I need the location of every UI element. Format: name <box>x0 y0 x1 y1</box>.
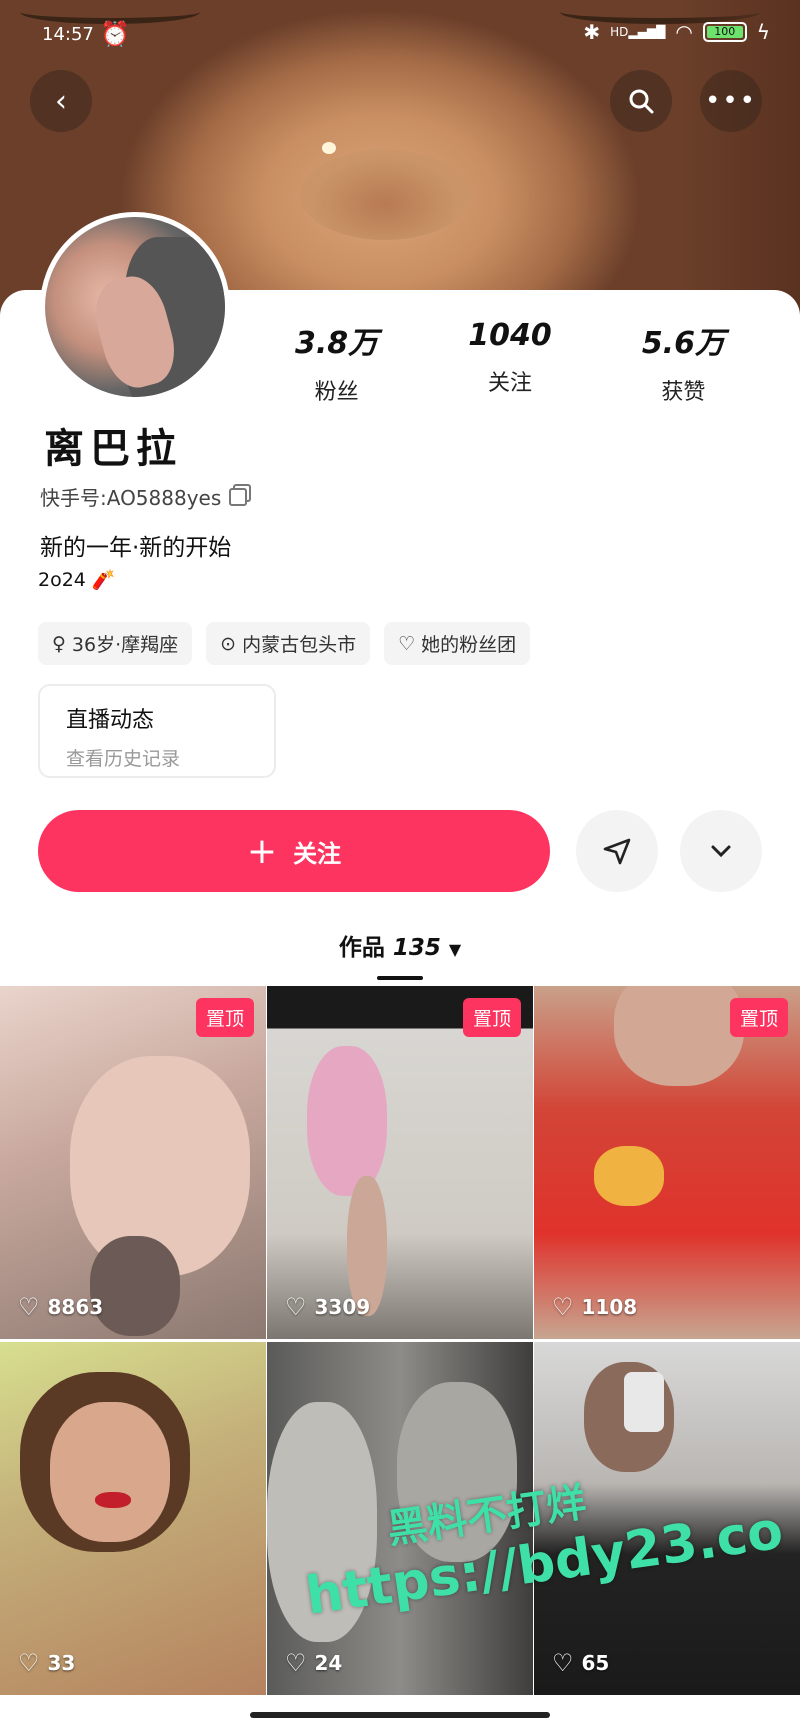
video-thumbnail[interactable]: 置顶 ♡ 8863 <box>0 986 266 1339</box>
charging-icon: ϟ <box>756 20 770 44</box>
stat-label: 关注 <box>487 371 532 396</box>
stats-row: 3.8万 粉丝 1040 关注 5.6万 获赞 <box>250 318 770 406</box>
status-bar: 14:57 ⏰ ✱ HD▂▄▆█ ◠ 100 ϟ <box>0 0 800 70</box>
profile-tags: ♀ 36岁·摩羯座 ⊙ 内蒙古包头市 ♡ 她的粉丝团 <box>38 622 531 665</box>
search-icon <box>629 89 654 114</box>
stat-label: 粉丝 <box>314 380 359 405</box>
stat-value: 3.8万 <box>295 326 379 361</box>
works-count: 135 <box>392 935 441 961</box>
likes-count: ♡ 33 <box>18 1649 75 1677</box>
follow-button[interactable]: + 关注 <box>38 810 550 892</box>
pinned-badge: 置顶 <box>462 998 521 1037</box>
wifi-icon: ◠ <box>675 20 693 44</box>
network-label: HD <box>610 25 629 39</box>
message-button[interactable] <box>576 810 658 892</box>
tab-indicator <box>377 976 423 980</box>
follow-label: 关注 <box>293 839 342 868</box>
stat-value: 5.6万 <box>641 326 725 361</box>
profile-name: 离巴拉 <box>44 426 182 472</box>
pinned-badge: 置顶 <box>195 998 254 1037</box>
home-indicator[interactable] <box>250 1712 550 1718</box>
likes-value: 65 <box>581 1651 610 1675</box>
bio-line2-text: 2o24 <box>38 568 86 591</box>
thumbnail-detail <box>624 1372 664 1432</box>
thumbnail-detail <box>307 1046 387 1196</box>
live-history-card[interactable]: 直播动态 查看历史记录 <box>38 684 276 778</box>
thumbnail-detail <box>90 1236 180 1336</box>
likes-count: ♡ 65 <box>552 1649 609 1677</box>
search-button[interactable] <box>610 70 672 132</box>
bluetooth-icon: ✱ <box>583 20 601 44</box>
thumbnail-detail <box>50 1402 170 1542</box>
kuaishou-id-text: 快手号:AO5888yes <box>40 486 222 510</box>
kuaishou-id: 快手号:AO5888yes <box>40 482 248 511</box>
stat-fans[interactable]: 3.8万 粉丝 <box>295 318 378 406</box>
heart-icon: ♡ <box>552 1649 574 1677</box>
stat-likes[interactable]: 5.6万 获赞 <box>642 318 725 406</box>
plus-icon: + <box>246 830 278 872</box>
more-button[interactable]: ••• <box>700 70 762 132</box>
cover-detail <box>322 142 336 154</box>
more-actions-button[interactable] <box>680 810 762 892</box>
gender-icon: ♀ <box>52 632 66 655</box>
stat-label: 获赞 <box>661 380 706 405</box>
live-card-subtitle: 查看历史记录 <box>66 748 181 770</box>
heart-icon: ♡ <box>285 1649 307 1677</box>
works-label: 作品 <box>338 935 385 961</box>
video-thumbnail[interactable]: 置顶 ♡ 3309 <box>267 986 533 1339</box>
copy-icon[interactable] <box>229 487 248 506</box>
location-icon: ⊙ <box>220 632 237 655</box>
bio: 新的一年·新的开始 <box>40 535 232 561</box>
alarm-icon: ⏰ <box>100 20 130 48</box>
tag-age: ♀ 36岁·摩羯座 <box>38 622 193 665</box>
avatar[interactable] <box>40 212 230 402</box>
tag-fan-club[interactable]: ♡ 她的粉丝团 <box>384 622 531 665</box>
battery-level: 100 <box>706 26 743 38</box>
tag-label: 36岁·摩羯座 <box>71 634 179 656</box>
likes-value: 33 <box>47 1651 76 1675</box>
likes-value: 24 <box>314 1651 343 1675</box>
heart-icon: ♡ <box>18 1649 40 1677</box>
tag-label: 她的粉丝团 <box>421 634 517 656</box>
tab-works[interactable]: 作品 135 ▼ <box>0 928 800 962</box>
thumbnail-detail <box>614 986 744 1086</box>
more-icon: ••• <box>704 86 757 116</box>
pinned-badge: 置顶 <box>729 998 788 1037</box>
heart-icon: ♡ <box>285 1293 307 1321</box>
caret-down-icon: ▼ <box>448 940 462 959</box>
bio-line2: 2o24 🧨 <box>38 568 116 592</box>
heart-icon: ♡ <box>18 1293 40 1321</box>
thumbnail-detail <box>95 1492 131 1508</box>
video-thumbnail[interactable]: ♡ 33 <box>0 1342 266 1695</box>
firecracker-icon: 🧨 <box>91 569 116 591</box>
battery-icon: 100 <box>702 22 747 42</box>
heart-icon: ♡ <box>398 632 416 655</box>
send-icon <box>603 838 631 865</box>
likes-value: 1108 <box>581 1295 638 1319</box>
likes-value: 8863 <box>47 1295 104 1319</box>
stat-following[interactable]: 1040 关注 <box>468 318 552 406</box>
likes-count: ♡ 24 <box>285 1649 342 1677</box>
likes-count: ♡ 8863 <box>18 1293 103 1321</box>
back-button[interactable]: ‹ <box>30 70 92 132</box>
video-thumbnail[interactable]: 置顶 ♡ 1108 <box>534 986 800 1339</box>
heart-icon: ♡ <box>552 1293 574 1321</box>
back-icon: ‹ <box>55 83 67 119</box>
chevron-down-icon <box>711 845 731 858</box>
signal-icon: HD▂▄▆█ <box>610 25 666 39</box>
likes-count: ♡ 3309 <box>285 1293 370 1321</box>
status-icons: ✱ HD▂▄▆█ ◠ 100 ϟ <box>583 20 770 44</box>
cover-detail <box>300 150 470 240</box>
tag-location[interactable]: ⊙ 内蒙古包头市 <box>206 622 371 665</box>
likes-count: ♡ 1108 <box>552 1293 637 1321</box>
tag-label: 内蒙古包头市 <box>242 634 357 656</box>
stat-value: 1040 <box>468 318 552 353</box>
thumbnail-detail <box>594 1146 664 1206</box>
likes-value: 3309 <box>314 1295 371 1319</box>
status-time: 14:57 <box>42 24 94 45</box>
profile-page: 14:57 ⏰ ✱ HD▂▄▆█ ◠ 100 ϟ ‹ ••• 3.8万 粉丝 1… <box>0 0 800 1732</box>
live-card-title: 直播动态 <box>66 708 155 733</box>
